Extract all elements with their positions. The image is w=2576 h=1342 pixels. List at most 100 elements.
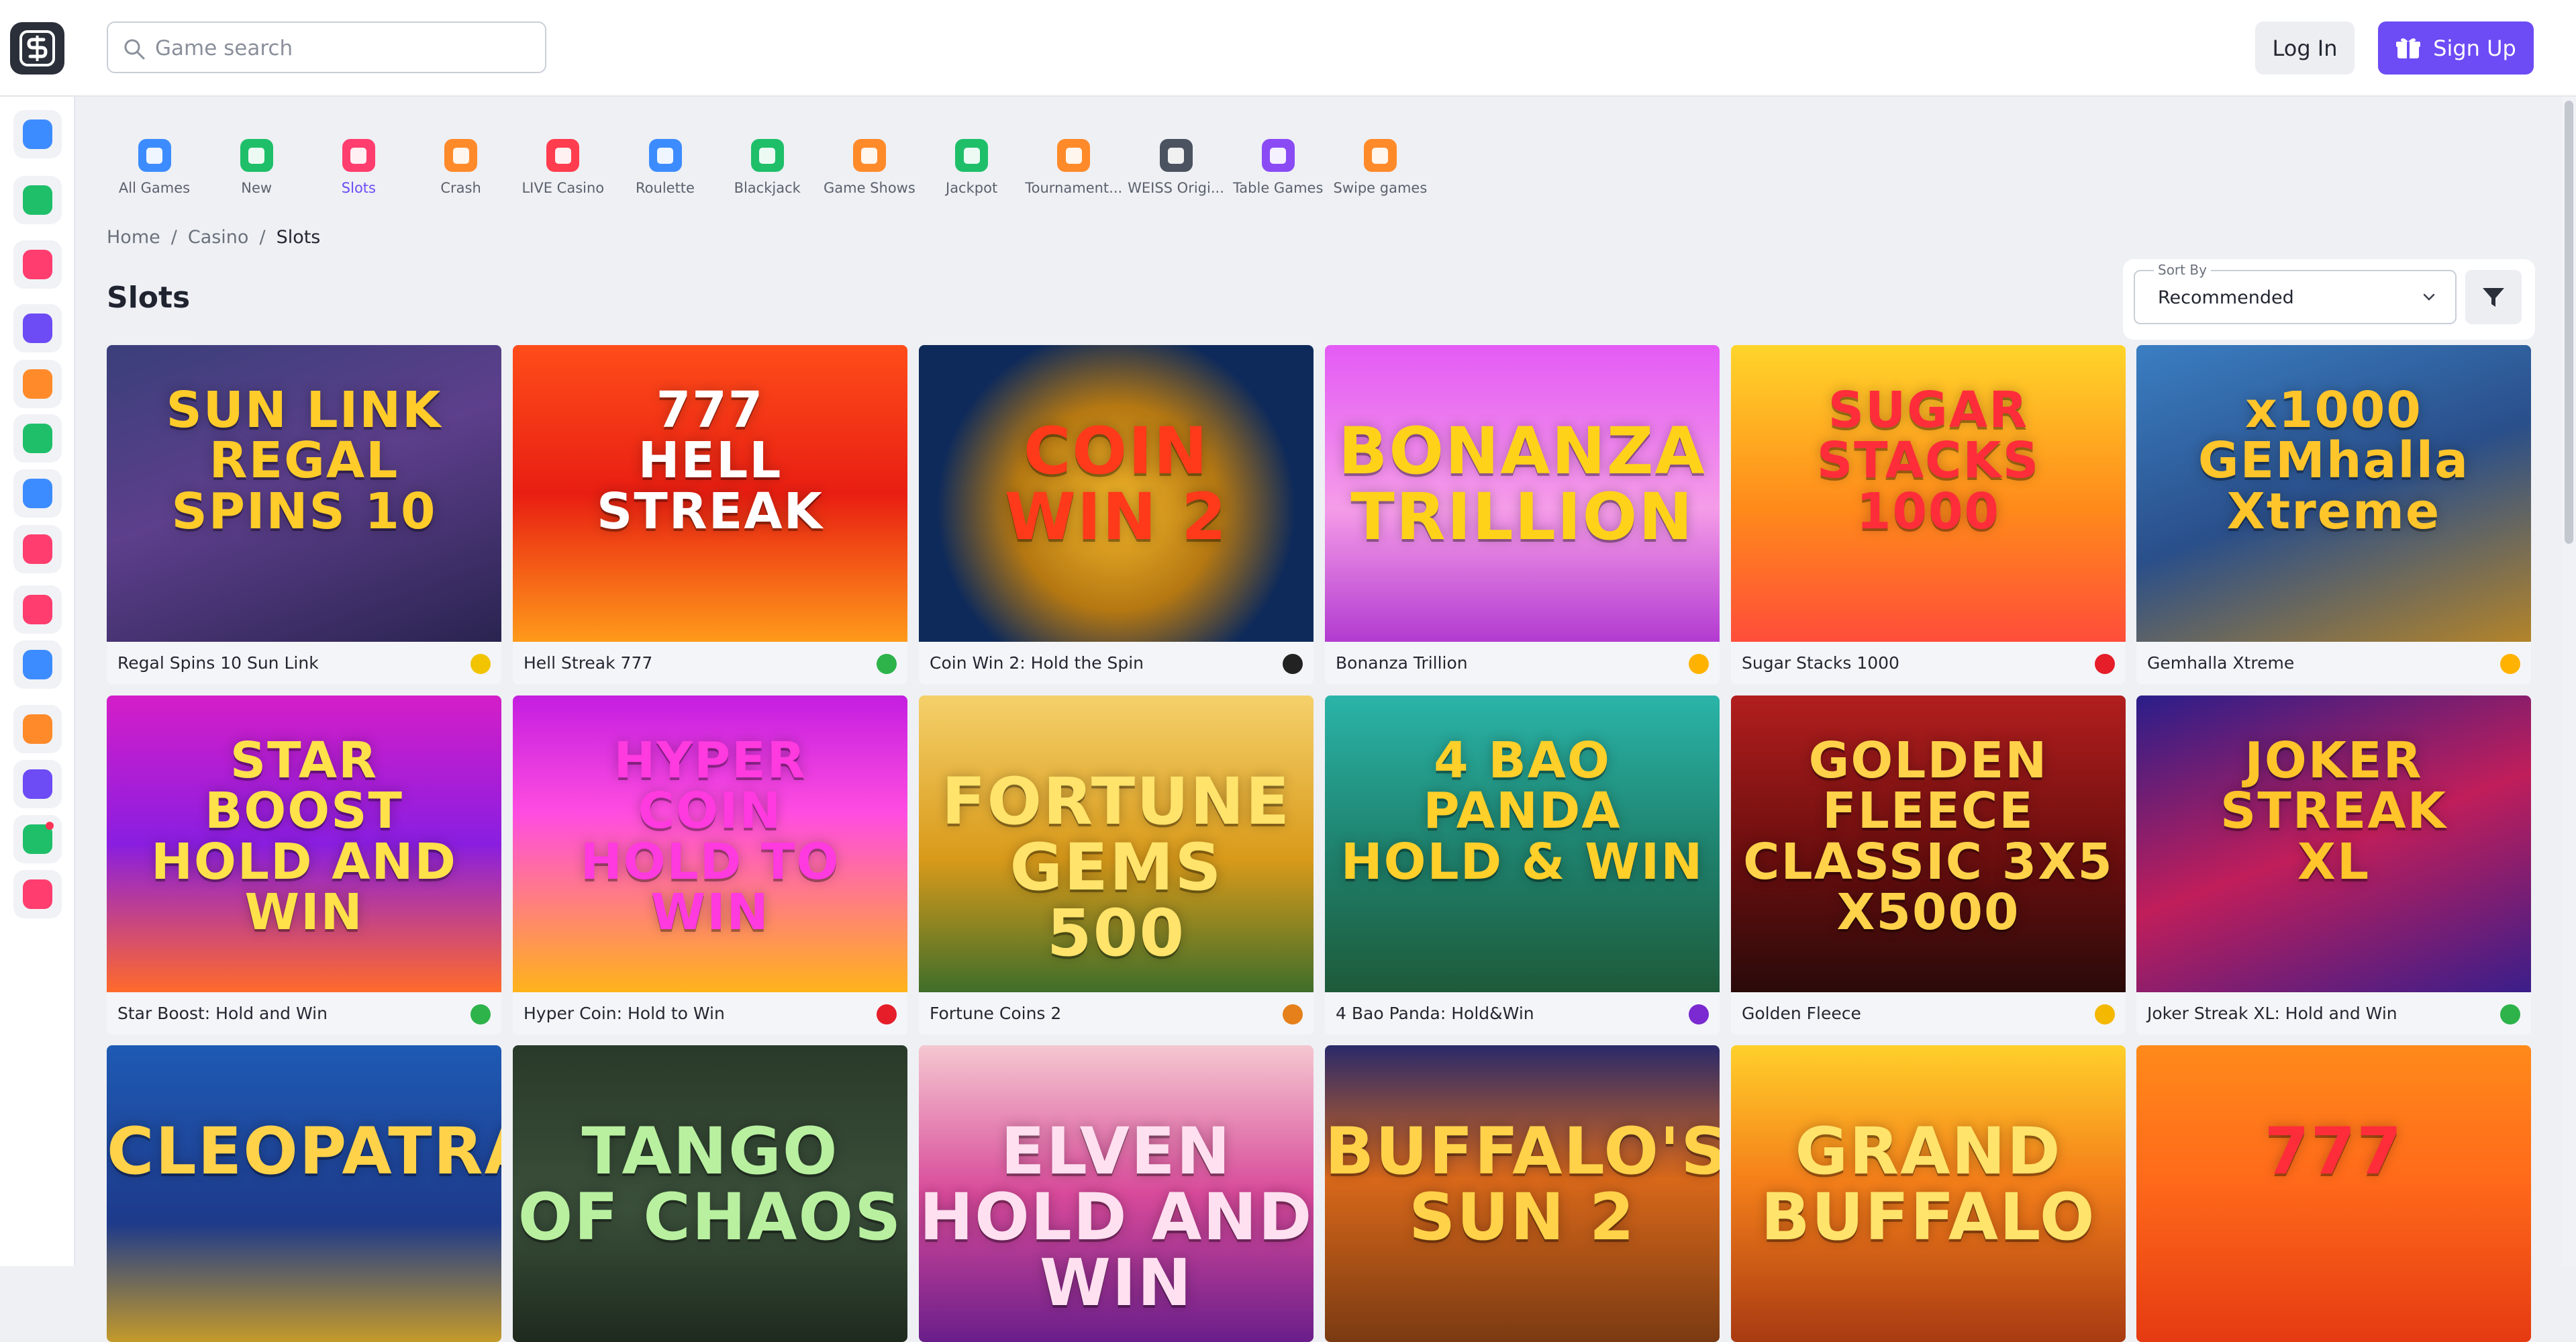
- game-card[interactable]: BONANZA TRILLION Bonanza Trillion: [1325, 345, 1720, 684]
- game-thumbnail[interactable]: BONANZA TRILLION: [1325, 345, 1720, 642]
- rail-button-slots[interactable]: [13, 525, 62, 573]
- game-thumbnail[interactable]: ELVEN HOLD AND WIN: [919, 1045, 1314, 1342]
- swipe-games-icon: [1363, 139, 1397, 172]
- category-label: WEISS Origi...: [1128, 180, 1224, 196]
- search-icon: [124, 39, 145, 60]
- game-card[interactable]: CLEOPATRA: [107, 1045, 501, 1342]
- category-label: All Games: [118, 180, 191, 196]
- game-thumbnail[interactable]: x1000 GEMhalla Xtreme: [2136, 345, 2531, 642]
- rail-button-leaderboard[interactable]: [13, 815, 62, 863]
- signup-button[interactable]: Sign Up: [2378, 21, 2534, 75]
- rail-button-promo[interactable]: [13, 414, 62, 463]
- breadcrumb-separator: /: [170, 227, 177, 248]
- scrollbar-thumb[interactable]: [2565, 101, 2573, 544]
- rail-button-gift[interactable]: [13, 585, 62, 634]
- category-game-shows[interactable]: Game Shows: [819, 139, 920, 196]
- slots-icon: [342, 139, 375, 172]
- wheel-icon: [23, 479, 52, 508]
- breadcrumb-casino[interactable]: Casino: [188, 227, 249, 248]
- game-card[interactable]: GOLDEN FLEECE CLASSIC 3X5 X5000 Golden Fl…: [1731, 696, 2126, 1035]
- blackjack-icon: [750, 139, 784, 172]
- game-logo-art: SUN LINK REGAL SPINS 10: [166, 381, 442, 540]
- game-thumbnail[interactable]: 777: [2136, 1045, 2531, 1342]
- rail-button-casino-chip[interactable]: [13, 176, 62, 224]
- category-rocket[interactable]: Crash: [411, 139, 511, 196]
- rail-button-wheel[interactable]: [13, 469, 62, 518]
- game-logo-art: BUFFALO'S SUN 2: [1325, 1114, 1720, 1255]
- game-card[interactable]: GRAND BUFFALO: [1731, 1045, 2126, 1342]
- category-all-games[interactable]: All Games: [104, 139, 205, 196]
- slots-icon: [23, 534, 52, 564]
- filter-button[interactable]: [2465, 270, 2522, 324]
- rail-button-grid[interactable]: [13, 304, 62, 352]
- rail-button-favorites[interactable]: [13, 240, 62, 289]
- game-thumbnail[interactable]: STAR BOOST HOLD AND WIN: [107, 696, 501, 992]
- game-card[interactable]: 777 HELL STREAK Hell Streak 777: [513, 345, 907, 684]
- game-card[interactable]: 4 BAO PANDA HOLD & WIN 4 Bao Panda: Hold&…: [1325, 696, 1720, 1035]
- category-label: Game Shows: [823, 180, 915, 196]
- category-label: Roulette: [636, 180, 695, 196]
- game-card[interactable]: JOKER STREAK XL Joker Streak XL: Hold and…: [2136, 696, 2531, 1035]
- game-caption: Fortune Coins 2: [919, 992, 1314, 1035]
- game-thumbnail[interactable]: GRAND BUFFALO: [1731, 1045, 2126, 1342]
- game-card[interactable]: 777: [2136, 1045, 2531, 1342]
- category-jackpot[interactable]: Jackpot: [922, 139, 1022, 196]
- game-card[interactable]: HYPER COIN HOLD TO WIN Hyper Coin: Hold t…: [513, 696, 907, 1035]
- game-card[interactable]: SUGAR STACKS 1000 Sugar Stacks 1000: [1731, 345, 2126, 684]
- rail-button-chat[interactable]: [13, 870, 62, 918]
- game-logo-art: CLEOPATRA: [107, 1114, 501, 1189]
- login-button[interactable]: Log In: [2255, 21, 2355, 75]
- game-thumbnail[interactable]: BUFFALO'S SUN 2: [1325, 1045, 1720, 1342]
- provider-icon: [1689, 1004, 1709, 1024]
- provider-icon: [2500, 1004, 2520, 1024]
- bonus-icon: [23, 650, 52, 679]
- game-thumbnail[interactable]: JOKER STREAK XL: [2136, 696, 2531, 992]
- game-card[interactable]: ELVEN HOLD AND WIN: [919, 1045, 1314, 1342]
- game-card[interactable]: TANGO OF CHAOS: [513, 1045, 907, 1342]
- category-swipe-games[interactable]: Swipe games: [1330, 139, 1430, 196]
- game-thumbnail[interactable]: FORTUNE GEMS 500: [919, 696, 1314, 992]
- category-tournament[interactable]: Tournament...: [1024, 139, 1124, 196]
- rail-button-trophy[interactable]: [13, 360, 62, 408]
- all-games-icon: [138, 139, 171, 172]
- game-thumbnail[interactable]: COIN WIN 2: [919, 345, 1314, 642]
- game-thumbnail[interactable]: 777 HELL STREAK: [513, 345, 907, 642]
- category-blackjack[interactable]: Blackjack: [717, 139, 818, 196]
- game-caption: Hyper Coin: Hold to Win: [513, 992, 907, 1035]
- rail-button-vip[interactable]: [13, 705, 62, 753]
- rail-button-bonus[interactable]: [13, 640, 62, 689]
- category-table-games[interactable]: Table Games: [1228, 139, 1328, 196]
- game-card[interactable]: COIN WIN 2 Coin Win 2: Hold the Spin: [919, 345, 1314, 684]
- rail-button-missions[interactable]: [13, 760, 62, 808]
- site-logo[interactable]: [10, 22, 64, 75]
- category-label: LIVE Casino: [522, 180, 605, 196]
- rail-button-apps[interactable]: [13, 110, 62, 158]
- category-label: Table Games: [1232, 180, 1324, 196]
- game-thumbnail[interactable]: HYPER COIN HOLD TO WIN: [513, 696, 907, 992]
- search-input[interactable]: [154, 23, 532, 73]
- category-slots[interactable]: Slots: [308, 139, 409, 196]
- game-card[interactable]: x1000 GEMhalla Xtreme Gemhalla Xtreme: [2136, 345, 2531, 684]
- breadcrumb-home[interactable]: Home: [107, 227, 160, 248]
- category-new[interactable]: New: [206, 139, 307, 196]
- category-live-casino[interactable]: LIVE Casino: [513, 139, 613, 196]
- breadcrumb-separator: /: [259, 227, 266, 248]
- game-thumbnail[interactable]: 4 BAO PANDA HOLD & WIN: [1325, 696, 1720, 992]
- provider-icon: [470, 654, 491, 674]
- category-weiss-originals[interactable]: WEISS Origi...: [1126, 139, 1226, 196]
- game-search-box[interactable]: [107, 21, 546, 73]
- sort-select[interactable]: Sort By Recommended: [2134, 262, 2457, 324]
- game-thumbnail[interactable]: TANGO OF CHAOS: [513, 1045, 907, 1342]
- game-card[interactable]: BUFFALO'S SUN 2: [1325, 1045, 1720, 1342]
- game-logo-art: GOLDEN FLEECE CLASSIC 3X5 X5000: [1743, 732, 2114, 942]
- gift-icon: [23, 595, 52, 624]
- game-thumbnail[interactable]: SUN LINK REGAL SPINS 10: [107, 345, 501, 642]
- game-title: Star Boost: Hold and Win: [117, 1004, 328, 1023]
- category-roulette[interactable]: Roulette: [615, 139, 715, 196]
- game-card[interactable]: SUN LINK REGAL SPINS 10 Regal Spins 10 Su…: [107, 345, 501, 684]
- game-thumbnail[interactable]: CLEOPATRA: [107, 1045, 501, 1342]
- game-thumbnail[interactable]: GOLDEN FLEECE CLASSIC 3X5 X5000: [1731, 696, 2126, 992]
- game-card[interactable]: STAR BOOST HOLD AND WIN Star Boost: Hold …: [107, 696, 501, 1035]
- game-thumbnail[interactable]: SUGAR STACKS 1000: [1731, 345, 2126, 642]
- game-card[interactable]: FORTUNE GEMS 500 Fortune Coins 2: [919, 696, 1314, 1035]
